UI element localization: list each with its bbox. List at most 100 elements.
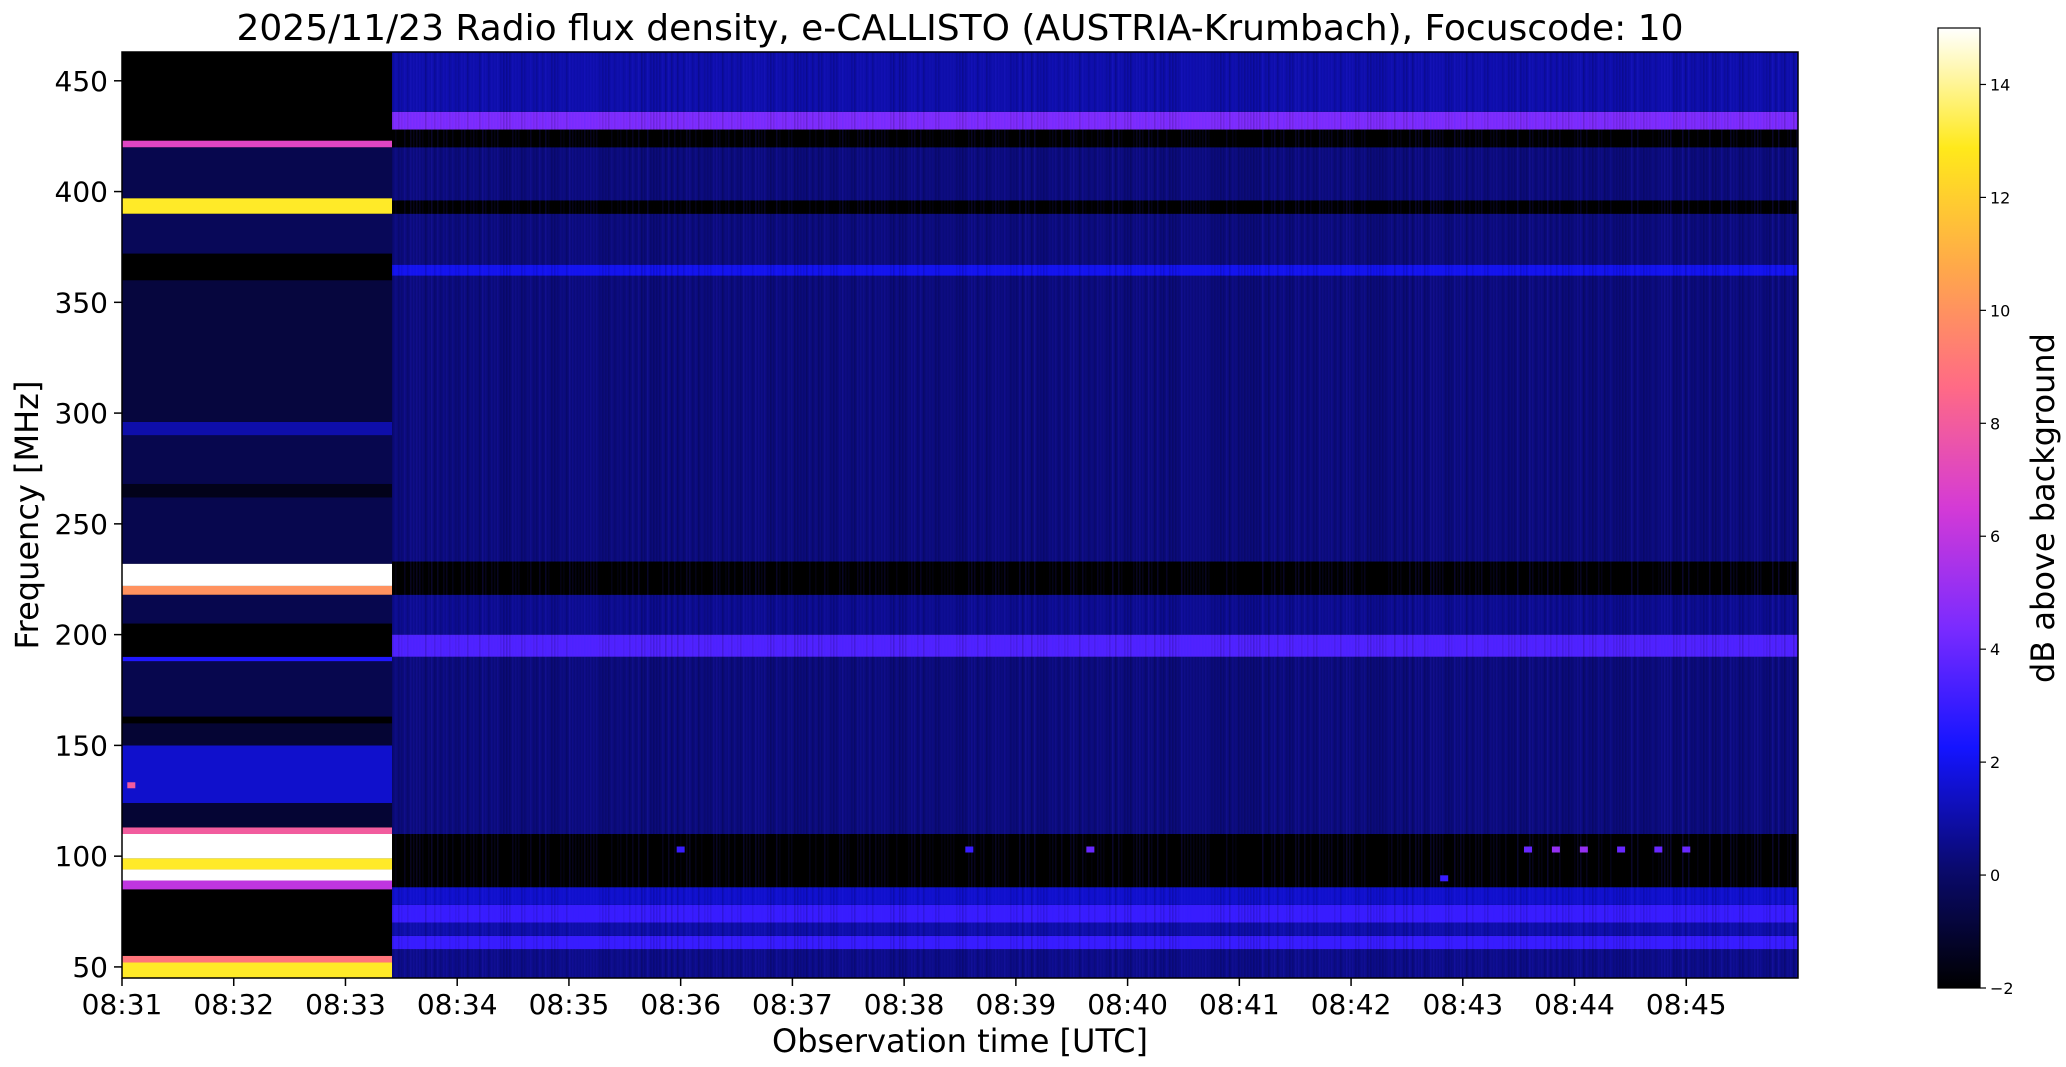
noise-streak — [1727, 52, 1729, 978]
noise-streak — [1292, 52, 1294, 978]
noise-streak — [995, 52, 997, 978]
noise-streak — [1553, 52, 1555, 978]
noise-streak — [1235, 52, 1237, 978]
noise-streak — [923, 52, 925, 978]
spectrum-band — [122, 834, 393, 859]
noise-streak — [1166, 52, 1168, 978]
noise-streak — [1130, 52, 1132, 978]
noise-streak — [1220, 52, 1222, 978]
noise-streak — [1568, 52, 1570, 978]
noise-streak — [707, 52, 709, 978]
noise-streak — [422, 52, 424, 978]
y-axis: 50 100 150 200 250 300 350 400 450 — [55, 65, 122, 984]
noise-streak — [419, 52, 421, 978]
spectrum-band — [122, 421, 393, 436]
y-tick-label: 350 — [55, 286, 108, 319]
noise-streak — [524, 52, 526, 978]
noise-streak — [1664, 52, 1666, 978]
noise-streak — [1709, 52, 1711, 978]
noise-streak — [539, 52, 541, 978]
noise-streak — [776, 52, 778, 978]
noise-streak — [1679, 52, 1681, 978]
spectrum-band — [122, 198, 393, 214]
noise-streak — [719, 52, 721, 978]
noise-streak — [1148, 52, 1150, 978]
spectrum-band — [122, 213, 393, 254]
noise-streak — [1646, 52, 1648, 978]
spectrum-band — [122, 253, 393, 281]
noise-streak — [626, 52, 628, 978]
noise-streak — [1562, 52, 1564, 978]
y-tick-label: 50 — [72, 951, 108, 984]
spectrum-band — [122, 623, 393, 657]
burst-point — [1579, 846, 1588, 853]
spectrum-band — [122, 802, 393, 828]
noise-streak — [1541, 52, 1543, 978]
noise-streak — [734, 52, 736, 978]
noise-streak — [1478, 52, 1480, 978]
noise-streak — [458, 52, 460, 978]
noise-streak — [1295, 52, 1297, 978]
noise-streak — [1451, 52, 1453, 978]
noise-streak — [839, 52, 841, 978]
noise-streak — [1523, 52, 1525, 978]
noise-streak — [1214, 52, 1216, 978]
noise-streak — [488, 52, 490, 978]
noise-streak — [1370, 52, 1372, 978]
noise-streak — [1775, 52, 1777, 978]
noise-streak — [1283, 52, 1285, 978]
noise-streak — [671, 52, 673, 978]
noise-streak — [1769, 52, 1771, 978]
noise-streak — [1382, 52, 1384, 978]
noise-streak — [1319, 52, 1321, 978]
noise-streak — [1358, 52, 1360, 978]
noise-streak — [644, 52, 646, 978]
noise-streak — [473, 52, 475, 978]
noise-streak — [521, 52, 523, 978]
x-tick-label: 08:41 — [1199, 988, 1280, 1021]
noise-streak — [1118, 52, 1120, 978]
noise-streak — [698, 52, 700, 978]
noise-streak — [938, 52, 940, 978]
noise-streak — [728, 52, 730, 978]
noise-streak — [512, 52, 514, 978]
y-tick-label: 450 — [55, 65, 108, 98]
noise-streak — [1736, 52, 1738, 978]
noise-streak — [443, 52, 445, 978]
noise-streak — [530, 52, 532, 978]
noise-streak — [761, 52, 763, 978]
noise-streak — [1151, 52, 1153, 978]
noise-streak — [1574, 52, 1576, 978]
colorbar-tick-label: 4 — [1990, 640, 2000, 659]
noise-streak — [1088, 52, 1090, 978]
burst-point — [965, 846, 974, 853]
noise-streak — [1784, 52, 1786, 978]
noise-streak — [1253, 52, 1255, 978]
noise-streak — [965, 52, 967, 978]
noise-streak — [1742, 52, 1744, 978]
noise-streak — [1550, 52, 1552, 978]
noise-streak — [1757, 52, 1759, 978]
noise-streak — [953, 52, 955, 978]
noise-streak — [1598, 52, 1600, 978]
noise-streak — [842, 52, 844, 978]
noise-streak — [1001, 52, 1003, 978]
noise-streak — [863, 52, 865, 978]
noise-streak — [1445, 52, 1447, 978]
noise-streak — [944, 52, 946, 978]
noise-streak — [1364, 52, 1366, 978]
noise-streak — [1280, 52, 1282, 978]
noise-streak — [1496, 52, 1498, 978]
noise-streak — [1043, 52, 1045, 978]
noise-streak — [752, 52, 754, 978]
noise-streak — [404, 52, 406, 978]
noise-streak — [1139, 52, 1141, 978]
noise-streak — [1706, 52, 1708, 978]
noise-streak — [971, 52, 973, 978]
noise-streak — [1472, 52, 1474, 978]
x-tick-label: 08:37 — [752, 988, 833, 1021]
spectrum-band — [122, 962, 393, 978]
noise-streak — [1589, 52, 1591, 978]
noise-streak — [1793, 52, 1795, 978]
noise-streak — [659, 52, 661, 978]
